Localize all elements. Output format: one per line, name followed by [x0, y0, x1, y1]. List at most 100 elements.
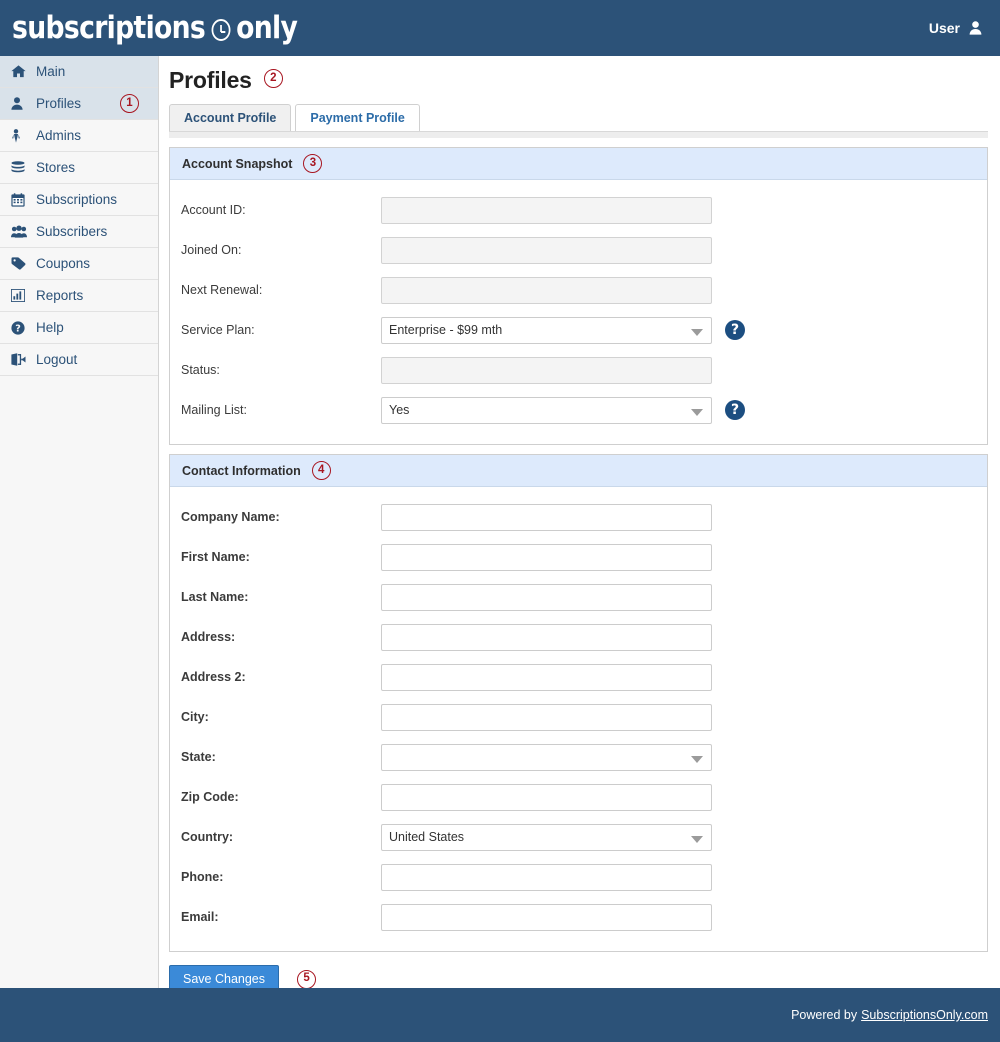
brand-text-secondary: only: [236, 10, 297, 46]
field-label: Company Name:: [181, 510, 381, 524]
field-control: [381, 544, 712, 571]
field-label: Zip Code:: [181, 790, 381, 804]
email-input[interactable]: [381, 904, 712, 931]
database-icon: [11, 161, 30, 175]
field-row-next-renewal: Next Renewal:: [170, 270, 987, 310]
sidebar-item-label: Subscriptions: [36, 192, 117, 207]
panel-body: Account ID: Joined On: Next Renewal: Ser…: [170, 180, 987, 444]
panel-contact-information: Contact Information 4 Company Name: Firs…: [169, 454, 988, 952]
field-row-last-name: Last Name:: [170, 577, 987, 617]
sidebar-item-admins[interactable]: Admins: [0, 120, 158, 152]
account-id-input[interactable]: [381, 197, 712, 224]
field-row-first-name: First Name:: [170, 537, 987, 577]
city-input[interactable]: [381, 704, 712, 731]
annotation-badge-3: 3: [303, 154, 322, 173]
svg-text:?: ?: [15, 323, 21, 334]
mailing-list-select[interactable]: Yes: [381, 397, 712, 424]
chevron-down-icon: [691, 836, 703, 843]
sidebar-item-label: Logout: [36, 352, 77, 367]
field-label: State:: [181, 750, 381, 764]
question-circle-icon: ?: [11, 321, 30, 335]
field-row-country: Country: United States: [170, 817, 987, 857]
panel-body: Company Name: First Name: Last Name: Add…: [170, 487, 987, 951]
save-changes-button[interactable]: Save Changes: [169, 965, 279, 988]
sidebar-item-label: Main: [36, 64, 65, 79]
field-row-service-plan: Service Plan: Enterprise - $99 mth ?: [170, 310, 987, 350]
field-control: United States: [381, 824, 712, 851]
first-name-input[interactable]: [381, 544, 712, 571]
sidebar-item-help[interactable]: ? Help: [0, 312, 158, 344]
sidebar-item-subscriptions[interactable]: Subscriptions: [0, 184, 158, 216]
user-menu-label: User: [929, 20, 960, 36]
chevron-down-icon: [691, 756, 703, 763]
field-control: Enterprise - $99 mth ?: [381, 317, 712, 344]
service-plan-value: Enterprise - $99 mth: [389, 323, 502, 337]
field-label: Service Plan:: [181, 323, 381, 337]
company-name-input[interactable]: [381, 504, 712, 531]
sidebar-item-profiles[interactable]: Profiles 1: [0, 88, 158, 120]
users-icon: [11, 225, 30, 238]
field-label: Email:: [181, 910, 381, 924]
brand-text-primary: subscriptions: [12, 10, 205, 46]
panel-title: Account Snapshot: [182, 157, 292, 171]
field-row-mailing-list: Mailing List: Yes ?: [170, 390, 987, 430]
field-row-city: City:: [170, 697, 987, 737]
sidebar-item-label: Admins: [36, 128, 81, 143]
field-label: First Name:: [181, 550, 381, 564]
sidebar-item-subscribers[interactable]: Subscribers: [0, 216, 158, 248]
field-control: [381, 504, 712, 531]
sidebar-item-logout[interactable]: Logout: [0, 344, 158, 376]
mailing-list-help-icon[interactable]: ?: [725, 400, 745, 420]
brand-logo: subscriptions only: [0, 10, 297, 46]
sidebar-item-label: Help: [36, 320, 64, 335]
state-select[interactable]: [381, 744, 712, 771]
zip-code-input[interactable]: [381, 784, 712, 811]
page-title-row: Profiles 2: [160, 56, 1000, 94]
user-menu[interactable]: User: [929, 20, 1000, 36]
tab-account-profile[interactable]: Account Profile: [169, 104, 291, 131]
sidebar-item-main[interactable]: Main: [0, 56, 158, 88]
field-row-state: State:: [170, 737, 987, 777]
address-2-input[interactable]: [381, 664, 712, 691]
field-control: [381, 904, 712, 931]
sidebar-filler: [0, 376, 158, 988]
footer-text: Powered by: [791, 1008, 857, 1022]
sidebar-item-stores[interactable]: Stores: [0, 152, 158, 184]
status-input[interactable]: [381, 357, 712, 384]
field-label: Phone:: [181, 870, 381, 884]
field-control: [381, 357, 712, 384]
tag-icon: [11, 257, 30, 270]
person-tie-icon: [11, 129, 30, 143]
chevron-down-icon: [691, 409, 703, 416]
footer-link[interactable]: SubscriptionsOnly.com: [861, 1008, 988, 1022]
joined-on-input[interactable]: [381, 237, 712, 264]
field-control: [381, 864, 712, 891]
mailing-list-value: Yes: [389, 403, 409, 417]
field-label: Status:: [181, 363, 381, 377]
phone-input[interactable]: [381, 864, 712, 891]
country-select[interactable]: United States: [381, 824, 712, 851]
field-label: City:: [181, 710, 381, 724]
annotation-badge-5: 5: [297, 970, 316, 989]
field-row-account-id: Account ID:: [170, 190, 987, 230]
sidebar-nav: Main Profiles 1 Admins Stores Subscripti…: [0, 56, 159, 988]
field-control: [381, 624, 712, 651]
country-value: United States: [389, 830, 464, 844]
next-renewal-input[interactable]: [381, 277, 712, 304]
address-input[interactable]: [381, 624, 712, 651]
bar-chart-icon: [11, 289, 30, 302]
service-plan-help-icon[interactable]: ?: [725, 320, 745, 340]
panel-header: Account Snapshot 3: [170, 148, 987, 180]
field-control: [381, 784, 712, 811]
service-plan-select[interactable]: Enterprise - $99 mth: [381, 317, 712, 344]
page-title: Profiles: [160, 56, 252, 94]
tab-payment-profile[interactable]: Payment Profile: [295, 104, 419, 131]
app-footer: Powered by SubscriptionsOnly.com: [0, 988, 1000, 1042]
user-icon: [11, 97, 30, 110]
sidebar-item-reports[interactable]: Reports: [0, 280, 158, 312]
last-name-input[interactable]: [381, 584, 712, 611]
sidebar-item-label: Subscribers: [36, 224, 107, 239]
field-control: [381, 197, 712, 224]
chevron-down-icon: [691, 329, 703, 336]
sidebar-item-coupons[interactable]: Coupons: [0, 248, 158, 280]
